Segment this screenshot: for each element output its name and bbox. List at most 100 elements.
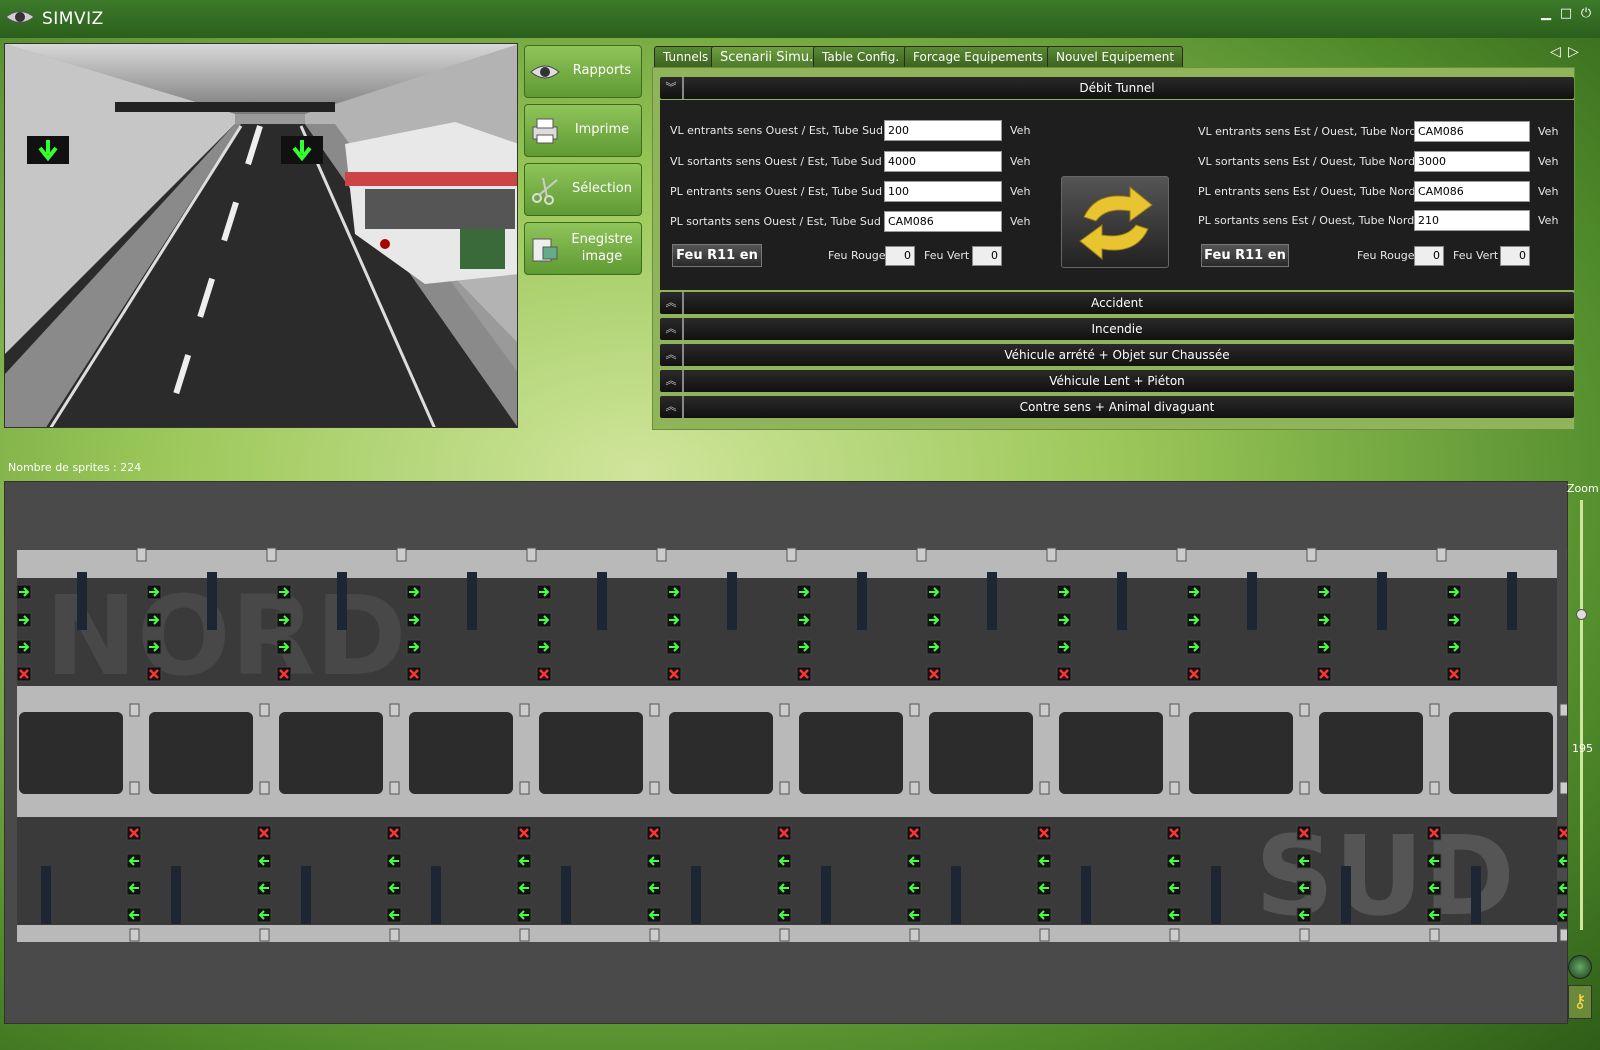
sensor-icon[interactable] — [519, 781, 530, 795]
fan-unit[interactable] — [561, 866, 571, 924]
camera-device-icon[interactable] — [1176, 547, 1187, 562]
camera-device-icon[interactable] — [1046, 547, 1057, 562]
fan-unit[interactable] — [337, 572, 347, 630]
camera-device-icon[interactable] — [266, 547, 277, 562]
fan-unit[interactable] — [691, 866, 701, 924]
sensor-icon[interactable] — [1299, 781, 1310, 795]
fan-unit[interactable] — [467, 572, 477, 630]
vl-entrants-sud-input[interactable]: 200 — [884, 120, 1002, 141]
camera-device-icon[interactable] — [786, 547, 797, 562]
sensor-icon[interactable] — [1039, 781, 1050, 795]
camera-device-icon[interactable] — [909, 928, 920, 942]
fan-unit[interactable] — [1211, 866, 1221, 924]
sensor-icon[interactable] — [1559, 703, 1568, 717]
fan-unit[interactable] — [171, 866, 181, 924]
chevron-up-icon[interactable]: ︽ — [660, 292, 684, 314]
tab-nouvel-equipement[interactable]: Nouvel Equipement — [1047, 46, 1184, 67]
pl-entrants-sud-input[interactable]: 100 — [884, 181, 1002, 202]
sensor-icon[interactable] — [1169, 703, 1180, 717]
gallery-block[interactable] — [279, 712, 383, 794]
sensor-icon[interactable] — [389, 781, 400, 795]
gallery-block[interactable] — [1189, 712, 1293, 794]
camera-device-icon[interactable] — [916, 547, 927, 562]
feu-vert-nord-input[interactable]: 0 — [1500, 246, 1530, 266]
camera-device-icon[interactable] — [396, 547, 407, 562]
section-vehicule-arrete[interactable]: ︽ Véhicule arrété + Objet sur Chaussée — [660, 344, 1574, 366]
power-icon[interactable]: ⏻ — [1578, 6, 1594, 22]
fan-unit[interactable] — [207, 572, 217, 630]
vl-entrants-nord-input[interactable]: CAM086 — [1414, 121, 1530, 142]
camera-device-icon[interactable] — [1299, 928, 1310, 942]
camera-device-icon[interactable] — [649, 928, 660, 942]
camera-device-icon[interactable] — [1566, 547, 1568, 562]
fan-unit[interactable] — [987, 572, 997, 630]
camera-device-icon[interactable] — [526, 547, 537, 562]
sensor-icon[interactable] — [129, 703, 140, 717]
sensor-icon[interactable] — [389, 703, 400, 717]
feu-vert-sud-input[interactable]: 0 — [972, 246, 1002, 266]
sensor-icon[interactable] — [519, 703, 530, 717]
sensor-icon[interactable] — [649, 781, 660, 795]
fan-unit[interactable] — [821, 866, 831, 924]
sensor-icon[interactable] — [1299, 703, 1310, 717]
sensor-icon[interactable] — [259, 781, 270, 795]
section-incendie[interactable]: ︽ Incendie — [660, 318, 1574, 340]
sensor-icon[interactable] — [909, 781, 920, 795]
camera-device-icon[interactable] — [519, 928, 530, 942]
sensor-icon[interactable] — [909, 703, 920, 717]
chevron-down-icon[interactable]: ︾ — [660, 77, 684, 99]
fan-unit[interactable] — [727, 572, 737, 630]
fan-unit[interactable] — [1081, 866, 1091, 924]
camera-device-icon[interactable] — [1429, 928, 1440, 942]
refresh-button[interactable] — [1061, 176, 1169, 268]
gallery-block[interactable] — [409, 712, 513, 794]
gallery-block[interactable] — [669, 712, 773, 794]
camera-device-icon[interactable] — [129, 928, 140, 942]
zoom-slider-handle[interactable] — [1576, 609, 1587, 620]
fan-unit[interactable] — [597, 572, 607, 630]
record-icon[interactable] — [1568, 955, 1592, 979]
key-icon[interactable]: ⚷ — [1568, 985, 1592, 1019]
pl-sortants-nord-input[interactable]: 210 — [1414, 210, 1530, 231]
pl-sortants-sud-input[interactable]: CAM086 — [884, 211, 1002, 232]
maximize-icon[interactable]: □ — [1558, 6, 1574, 22]
section-debit-tunnel[interactable]: ︾ Débit Tunnel — [660, 77, 1574, 99]
fan-unit[interactable] — [951, 866, 961, 924]
gallery-block[interactable] — [929, 712, 1033, 794]
camera-device-icon[interactable] — [389, 928, 400, 942]
section-vehicule-lent[interactable]: ︽ Véhicule Lent + Piéton — [660, 370, 1574, 392]
prev-tab-icon[interactable]: ◁ — [1550, 44, 1561, 60]
tab-tunnels[interactable]: Tunnels — [654, 46, 718, 67]
tunnel-map[interactable]: NORD SUD — [4, 481, 1568, 1024]
sensor-icon[interactable] — [259, 703, 270, 717]
camera-device-icon[interactable] — [1559, 928, 1568, 942]
fan-unit[interactable] — [1377, 572, 1387, 630]
selection-button[interactable]: Sélection — [524, 163, 642, 216]
fan-unit[interactable] — [1117, 572, 1127, 630]
camera-view[interactable] — [4, 43, 518, 428]
sensor-icon[interactable] — [1429, 703, 1440, 717]
gallery-block[interactable] — [799, 712, 903, 794]
rapports-button[interactable]: Rapports — [524, 45, 642, 98]
fan-unit[interactable] — [1341, 866, 1351, 924]
fan-unit[interactable] — [1247, 572, 1257, 630]
fan-unit[interactable] — [301, 866, 311, 924]
camera-device-icon[interactable] — [1039, 928, 1050, 942]
imprime-button[interactable]: Imprime — [524, 104, 642, 157]
fan-unit[interactable] — [1507, 572, 1517, 630]
sensor-icon[interactable] — [1039, 703, 1050, 717]
sensor-icon[interactable] — [1559, 781, 1568, 795]
feu-rouge-nord-input[interactable]: 0 — [1414, 246, 1444, 266]
gallery-block[interactable] — [149, 712, 253, 794]
vl-sortants-nord-input[interactable]: 3000 — [1414, 151, 1530, 172]
sensor-icon[interactable] — [1169, 781, 1180, 795]
gallery-block[interactable] — [1319, 712, 1423, 794]
feu-r11-nord-button[interactable]: Feu R11 en — [1201, 244, 1289, 267]
camera-device-icon[interactable] — [136, 547, 147, 562]
next-tab-icon[interactable]: ▷ — [1568, 44, 1579, 60]
tab-scenarii-simu[interactable]: Scenarii Simu. — [711, 46, 823, 67]
sensor-icon[interactable] — [649, 703, 660, 717]
sensor-icon[interactable] — [779, 703, 790, 717]
gallery-block[interactable] — [1449, 712, 1553, 794]
camera-device-icon[interactable] — [779, 928, 790, 942]
